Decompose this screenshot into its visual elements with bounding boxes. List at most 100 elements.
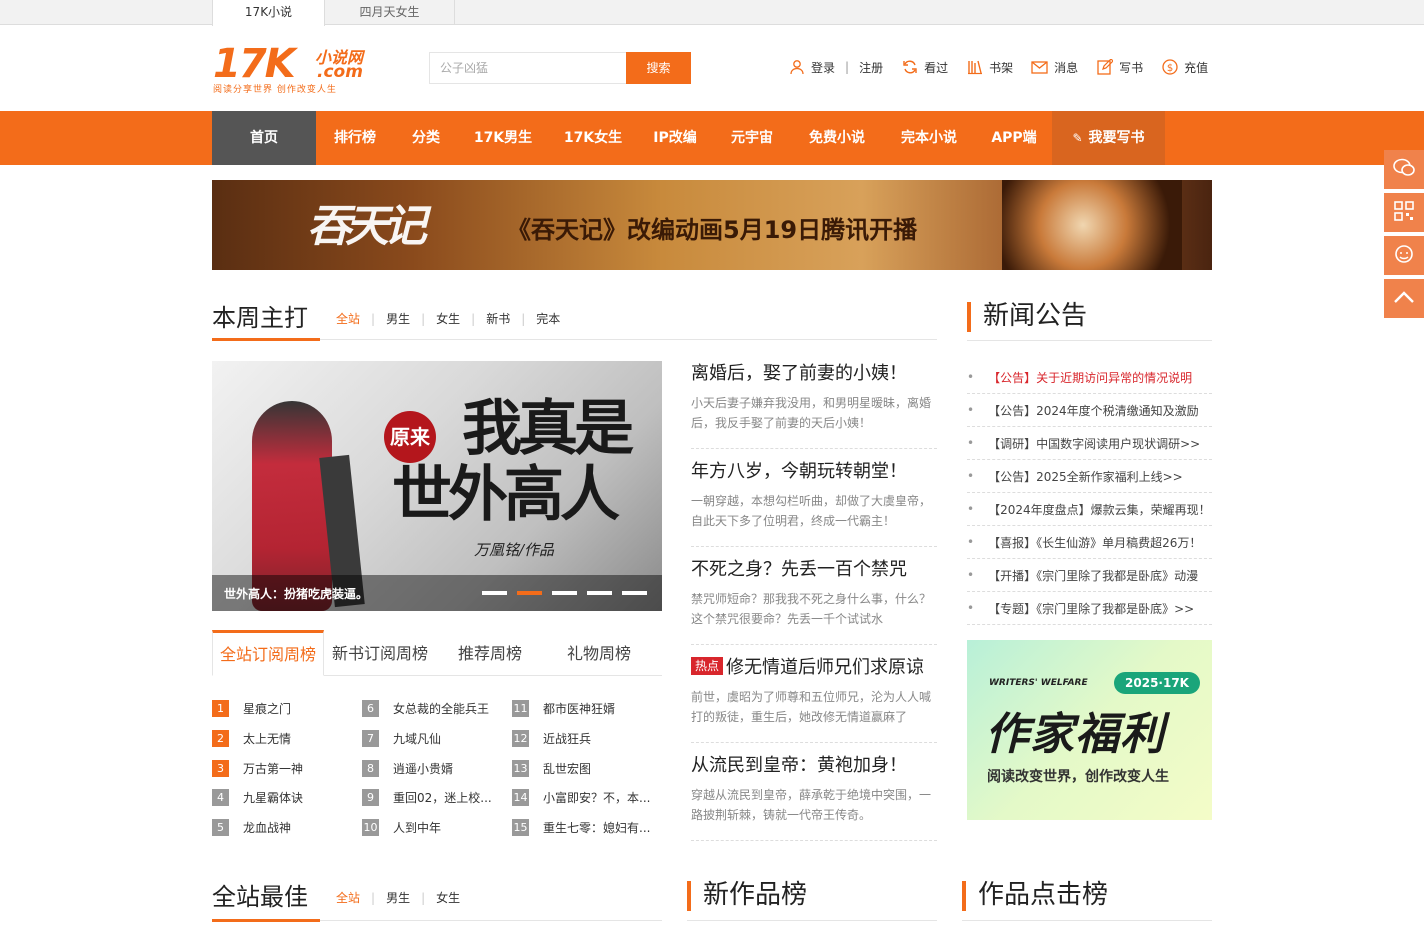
qrcode-button[interactable]: [1384, 193, 1424, 232]
nav-ip[interactable]: IP改编: [646, 111, 704, 165]
rank-row[interactable]: 8 逍遥小贵婿: [362, 753, 507, 783]
rank-row[interactable]: 11 都市医神狂婿: [512, 694, 657, 724]
slider-dots: [482, 591, 657, 595]
register-link[interactable]: 注册: [859, 59, 883, 76]
rank-row[interactable]: 5 龙血战神: [212, 813, 357, 843]
site-tab-siyuetian[interactable]: 四月天女生: [325, 0, 455, 25]
rank-tab-gift[interactable]: 礼物周榜: [544, 630, 654, 676]
user-icon: [788, 59, 805, 76]
rank-row[interactable]: 6 女总裁的全能兵王: [362, 694, 507, 724]
best-tab-male[interactable]: 男生: [375, 889, 421, 906]
rank-tab-subscribe[interactable]: 全站订阅周榜: [212, 630, 324, 676]
rank-tab-recommend[interactable]: 推荐周榜: [436, 630, 544, 676]
article-title[interactable]: 离婚后，娶了前妻的小姨！: [691, 361, 937, 387]
nav-free[interactable]: 免费小说: [800, 111, 874, 165]
rank-row[interactable]: 15 重生七零：媳妇有...: [512, 813, 657, 843]
promo-banner[interactable]: 吞天记 《吞天记》改编动画5月19日腾讯开播: [212, 180, 1212, 270]
news-item[interactable]: 【喜报】《长生仙游》单月稿费超26万！: [967, 526, 1212, 559]
nav-write[interactable]: ✎ 我要写书: [1052, 111, 1165, 165]
service-button[interactable]: [1384, 236, 1424, 275]
article-title[interactable]: 年方八岁，今朝玩转朝堂！: [691, 459, 937, 485]
news-item[interactable]: 【专题】《宗门里除了我都是卧底》>>: [967, 592, 1212, 625]
search-input[interactable]: 公子凶猛: [429, 52, 627, 84]
article-title[interactable]: 从流民到皇帝：黄袍加身！: [691, 753, 937, 779]
news-item[interactable]: 【公告】关于近期访问异常的情况说明: [967, 361, 1212, 394]
back-to-top-button[interactable]: [1384, 279, 1424, 318]
article-item[interactable]: 离婚后，娶了前妻的小姨！ 小天后妻子嫌弃我没用，和男明星暧昧，离婚后，我反手娶了…: [691, 361, 937, 449]
recharge-link[interactable]: $ 充值: [1161, 59, 1208, 76]
slide-badge: 原来: [384, 411, 436, 463]
site-tab-17k[interactable]: 17K小说: [212, 0, 325, 26]
article-title[interactable]: 热点 修无情道后师兄们求原谅: [691, 655, 937, 681]
slide-caption[interactable]: 世外高人：扮猪吃虎装逼。: [224, 585, 368, 602]
best-tab-all[interactable]: 全站: [325, 889, 371, 906]
slide-caption-bar: 世外高人：扮猪吃虎装逼。: [212, 575, 662, 611]
nav-home[interactable]: 首页: [212, 111, 316, 165]
rank-row[interactable]: 14 小富即安？不，本...: [512, 783, 657, 813]
rank-number: 15: [512, 819, 529, 837]
site-logo[interactable]: 17K 小说网 .com 阅读分享世界 创作改变人生: [213, 42, 373, 95]
weekly-tab-female[interactable]: 女生: [425, 310, 471, 327]
news-item[interactable]: 【调研】中国数字阅读用户现状调研>>: [967, 427, 1212, 460]
writer-welfare-promo[interactable]: WRITERS' WELFARE 2025·17K 作家福利 阅读改变世界，创作…: [967, 640, 1212, 820]
bookshelf-link[interactable]: 书架: [966, 59, 1013, 76]
login-link[interactable]: 登录: [788, 59, 835, 76]
banner-character-image: [1002, 180, 1182, 270]
nav-17k-male[interactable]: 17K男生: [466, 111, 540, 165]
rank-row[interactable]: 13 乱世宏图: [512, 753, 657, 783]
rank-column: 1 星痕之门 2 太上无情 3 万古第一神 4 九星霸体诀 5 龙血战神: [212, 694, 357, 842]
click-rank-title: 作品点击榜: [962, 879, 1108, 911]
nav-app[interactable]: APP端: [984, 111, 1044, 165]
write-link[interactable]: 写书: [1096, 59, 1143, 76]
svg-text:$: $: [1166, 63, 1172, 74]
nav-17k-female[interactable]: 17K女生: [556, 111, 630, 165]
best-tab-female[interactable]: 女生: [425, 889, 471, 906]
article-item[interactable]: 热点 修无情道后师兄们求原谅 前世，虞昭为了师尊和五位师兄，沦为人人喊打的叛徒，重…: [691, 655, 937, 743]
rank-tab-new-subscribe[interactable]: 新书订阅周榜: [324, 630, 436, 676]
nav-rank[interactable]: 排行榜: [326, 111, 384, 165]
rank-book-name: 逍遥小贵婿: [393, 761, 454, 776]
rank-row[interactable]: 3 万古第一神: [212, 753, 357, 783]
rank-row[interactable]: 4 九星霸体诀: [212, 783, 357, 813]
news-item[interactable]: 【2024年度盘点】爆款云集，荣耀再现！: [967, 493, 1212, 526]
weekly-tab-finished[interactable]: 完本: [525, 310, 571, 327]
slider-dot[interactable]: [587, 591, 612, 595]
messages-link[interactable]: 消息: [1031, 59, 1078, 76]
news-item[interactable]: 【公告】2025全新作家福利上线>>: [967, 460, 1212, 493]
article-item[interactable]: 从流民到皇帝：黄袍加身！ 穿越从流民到皇帝，薛承乾于绝境中突围，一路披荆斩棘，铸…: [691, 753, 937, 841]
logo-slogan: 阅读分享世界 创作改变人生: [213, 85, 337, 95]
slider-dot[interactable]: [482, 591, 507, 595]
weekly-tab-new[interactable]: 新书: [475, 310, 521, 327]
rank-row[interactable]: 9 重回02，迷上校...: [362, 783, 507, 813]
history-link[interactable]: 看过: [901, 59, 948, 76]
rank-row[interactable]: 1 星痕之门: [212, 694, 357, 724]
customer-service-icon: [1393, 243, 1415, 268]
weekly-tab-male[interactable]: 男生: [375, 310, 421, 327]
nav-category[interactable]: 分类: [402, 111, 450, 165]
slide-line2: 世外高人: [392, 460, 620, 530]
article-item[interactable]: 不死之身？先丢一百个禁咒 禁咒师短命？那我我不死之身什么事，什么？这个禁咒很要命…: [691, 557, 937, 645]
slider-dot-active[interactable]: [517, 591, 542, 595]
news-item[interactable]: 【开播】《宗门里除了我都是卧底》动漫: [967, 559, 1212, 592]
article-title[interactable]: 不死之身？先丢一百个禁咒: [691, 557, 937, 583]
wechat-button[interactable]: [1384, 150, 1424, 189]
nav-metaverse[interactable]: 元宇宙: [722, 111, 782, 165]
banner-calligraphy: 吞天记: [307, 201, 427, 252]
banner-text: 《吞天记》改编动画5月19日腾讯开播: [507, 216, 918, 244]
featured-slider[interactable]: 我真是 世外高人 原来 万凰铭/作品 世外高人：扮猪吃虎装逼。: [212, 361, 662, 611]
title-underline: [212, 919, 320, 922]
weekly-tab-all[interactable]: 全站: [325, 310, 371, 327]
search-button[interactable]: 搜索: [626, 52, 691, 84]
rank-row[interactable]: 10 人到中年: [362, 813, 507, 843]
article-title-text: 修无情道后师兄们求原谅: [726, 657, 925, 678]
article-item[interactable]: 年方八岁，今朝玩转朝堂！ 一朝穿越，本想勾栏听曲，却做了大虞皇帝，自此天下多了位…: [691, 459, 937, 547]
rank-book-name: 重生七零：媳妇有...: [543, 821, 651, 836]
slider-dot[interactable]: [622, 591, 647, 595]
slide-author: 万凰铭/作品: [474, 541, 555, 559]
rank-row[interactable]: 12 近战狂兵: [512, 724, 657, 754]
slider-dot[interactable]: [552, 591, 577, 595]
nav-finished[interactable]: 完本小说: [892, 111, 966, 165]
rank-row[interactable]: 2 太上无情: [212, 724, 357, 754]
rank-row[interactable]: 7 九域凡仙: [362, 724, 507, 754]
news-item[interactable]: 【公告】2024年度个税清缴通知及激励: [967, 394, 1212, 427]
